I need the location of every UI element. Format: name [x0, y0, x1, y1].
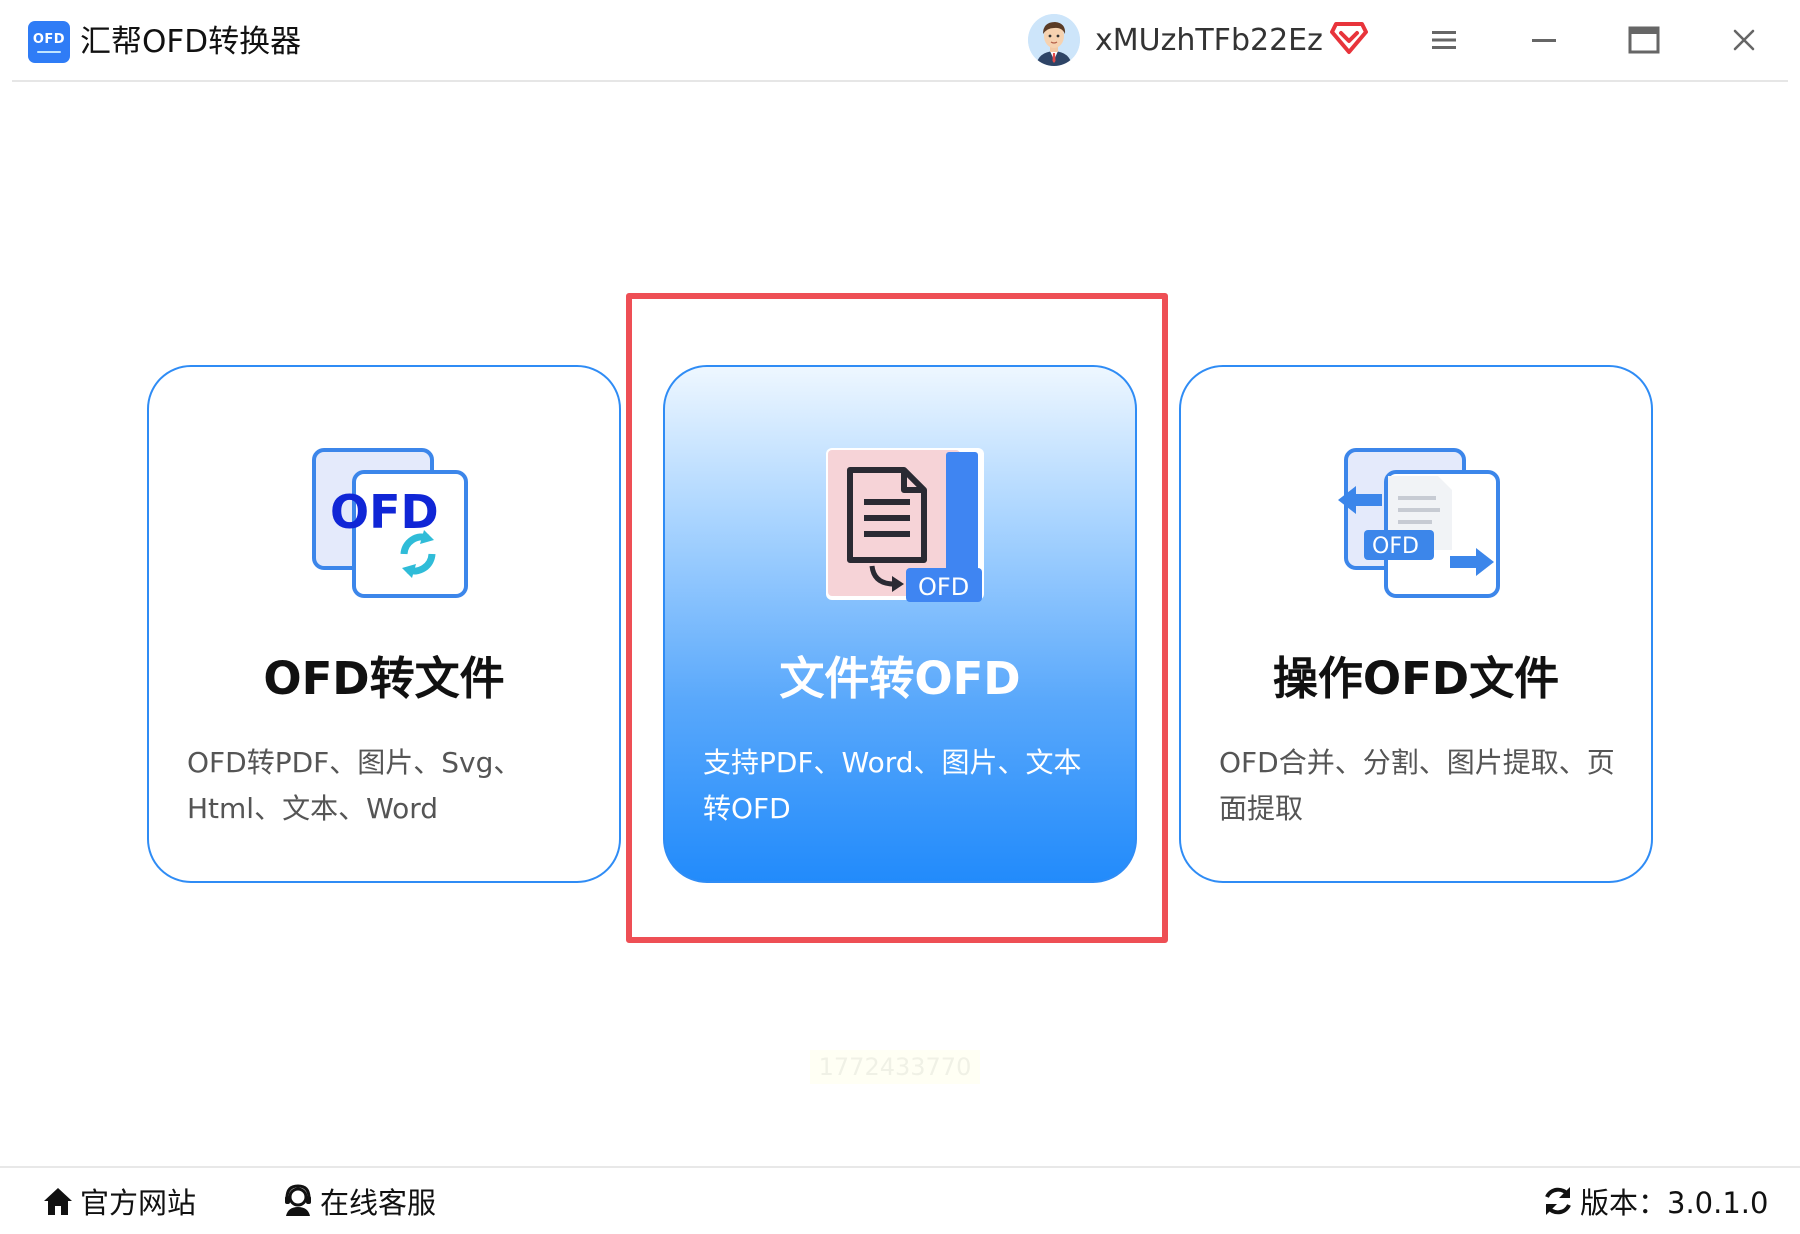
menu-button[interactable]: [1422, 18, 1466, 62]
minimize-icon: [1532, 39, 1556, 42]
footer-divider: [0, 1166, 1800, 1168]
card-title: OFD转文件: [263, 652, 505, 705]
maximize-icon: [1628, 26, 1660, 54]
card-description: OFD合并、分割、图片提取、页面提取: [1219, 746, 1615, 825]
customer-service-icon: [285, 1184, 311, 1216]
online-service-label: 在线客服: [320, 1186, 437, 1220]
refresh-icon: [1545, 1187, 1571, 1215]
app-title: 汇帮OFD转换器: [80, 24, 302, 60]
app-logo-icon: OFD: [28, 21, 70, 63]
watermark: 1772433770: [810, 1050, 980, 1084]
svg-text:OFD: OFD: [918, 573, 969, 601]
close-button[interactable]: [1722, 18, 1766, 62]
card-description: OFD转PDF、图片、Svg、Html、文本、Word: [187, 746, 522, 825]
vip-diamond-icon[interactable]: [1330, 20, 1368, 56]
file-to-ofd-icon: OFD: [820, 442, 984, 606]
svg-text:OFD: OFD: [1372, 534, 1419, 559]
card-title: 文件转OFD: [779, 652, 1021, 705]
title-bar: OFD 汇帮OFD转换器 xMUzhTFb22Ez: [0, 0, 1800, 82]
menu-icon: [1432, 31, 1456, 49]
ofd-operate-icon: OFD: [1336, 442, 1500, 606]
maximize-button[interactable]: [1622, 18, 1666, 62]
username: xMUzhTFb22Ez: [1095, 23, 1323, 58]
online-service-link[interactable]: 在线客服: [280, 1176, 436, 1226]
card-ofd-to-file[interactable]: OFD OFD转文件 OFD转PDF、图片、Svg、Html、文本、Word: [147, 365, 621, 883]
official-site-label: 官方网站: [80, 1186, 197, 1220]
minimize-button[interactable]: [1522, 18, 1566, 62]
title-divider: [12, 80, 1788, 82]
card-operate-ofd[interactable]: OFD 操作OFD文件 OFD合并、分割、图片提取、页面提取: [1179, 365, 1653, 883]
close-icon: [1733, 29, 1755, 51]
version-label: 版本：3.0.1.0: [1580, 1186, 1769, 1220]
official-site-link[interactable]: 官方网站: [40, 1176, 196, 1226]
ofd-convert-icon: OFD: [304, 442, 468, 606]
user-avatar[interactable]: [1028, 14, 1080, 66]
card-file-to-ofd[interactable]: OFD 文件转OFD 支持PDF、Word、图片、文本转OFD: [663, 365, 1137, 883]
version-check[interactable]: 版本：3.0.1.0: [1540, 1176, 1768, 1226]
card-description: 支持PDF、Word、图片、文本转OFD: [703, 746, 1082, 825]
svg-text:OFD: OFD: [330, 485, 439, 539]
home-icon: [44, 1188, 72, 1215]
card-title: 操作OFD文件: [1272, 652, 1560, 705]
